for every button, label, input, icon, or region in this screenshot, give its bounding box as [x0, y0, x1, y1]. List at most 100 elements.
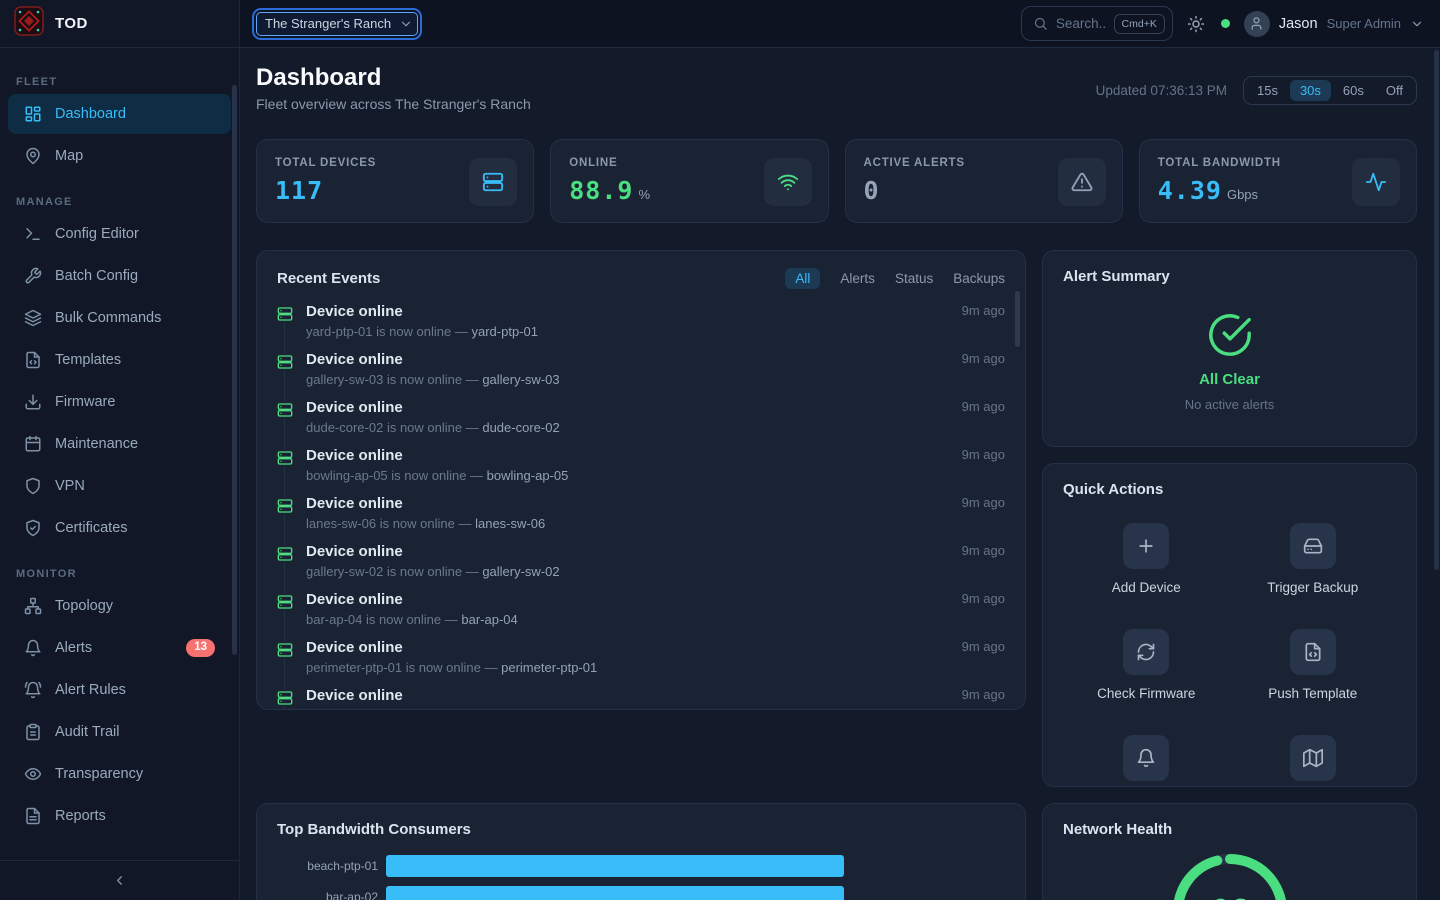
- quick-actions-panel: Quick Actions Add Device Trigger Backup …: [1042, 463, 1417, 787]
- alert-summary-panel: Alert Summary All Clear No active alerts: [1042, 250, 1417, 447]
- map-pin-icon: [24, 147, 42, 165]
- alert-status-text: All Clear: [1199, 371, 1260, 388]
- events-tab-alerts[interactable]: Alerts: [840, 268, 875, 289]
- stat-value: 88.9: [569, 176, 633, 205]
- sidebar-item-config-editor[interactable]: Config Editor: [8, 214, 231, 254]
- event-title: Device online: [306, 639, 950, 656]
- sidebar-item-batch-config[interactable]: Batch Config: [8, 256, 231, 296]
- sidebar-item-label: Certificates: [55, 520, 128, 536]
- recent-events-header: Recent Events All Alerts Status Backups: [277, 268, 1005, 289]
- main-scrollbar[interactable]: [1434, 50, 1439, 570]
- quick-action-push-template[interactable]: Push Template: [1230, 629, 1397, 701]
- sidebar-item-bulk-commands[interactable]: Bulk Commands: [8, 298, 231, 338]
- sidebar-item-certificates[interactable]: Certificates: [8, 508, 231, 548]
- event-row[interactable]: Device online perimeter-ptp-01 is now on…: [277, 639, 1005, 687]
- event-row[interactable]: Device online yard-ptp-01 is now online …: [277, 303, 1005, 351]
- user-role: Super Admin: [1327, 16, 1401, 31]
- event-row[interactable]: Device online bar-ap-04 is now online — …: [277, 591, 1005, 639]
- sidebar-item-templates[interactable]: Templates: [8, 340, 231, 380]
- network-health-title: Network Health: [1063, 821, 1172, 838]
- event-description: bowling-ap-05 is now online — bowling-ap…: [306, 468, 950, 483]
- stat-icon-tile: [469, 158, 517, 206]
- device-server-icon: [277, 306, 293, 322]
- event-row[interactable]: Device online 9m ago: [277, 687, 1005, 710]
- server-icon: [277, 450, 293, 466]
- alert-summary-title: Alert Summary: [1063, 268, 1170, 285]
- event-row[interactable]: Device online gallery-sw-02 is now onlin…: [277, 543, 1005, 591]
- stat-icon-tile: [764, 158, 812, 206]
- check-circle-icon: [1207, 312, 1253, 358]
- event-title: Device online: [306, 351, 950, 368]
- header: TOD The Stranger's Ranch Cmd+K: [0, 0, 1440, 48]
- event-device: lanes-sw-06: [475, 516, 545, 531]
- site-selector[interactable]: The Stranger's Ranch: [256, 12, 418, 36]
- quick-action-view-alerts[interactable]: View Alerts: [1063, 735, 1230, 787]
- recent-events-title: Recent Events: [277, 270, 380, 287]
- sidebar-nav: FLEET Dashboard Map MANAGE Config Editor…: [0, 48, 239, 860]
- sidebar-item-alert-rules[interactable]: Alert Rules: [8, 670, 231, 710]
- refresh-option-30s[interactable]: 30s: [1290, 80, 1331, 101]
- event-row[interactable]: Device online dude-core-02 is now online…: [277, 399, 1005, 447]
- file-text-icon: [24, 807, 42, 825]
- download-icon: [24, 393, 42, 411]
- quick-action-tile: [1123, 629, 1169, 675]
- theme-toggle-button[interactable]: [1187, 14, 1207, 34]
- nav-section-label: MONITOR: [16, 568, 223, 580]
- sidebar-item-label: Batch Config: [55, 268, 138, 284]
- quick-action-trigger-backup[interactable]: Trigger Backup: [1230, 523, 1397, 595]
- wrench-icon: [24, 267, 42, 285]
- server-icon: [277, 642, 293, 658]
- quick-action-label: Trigger Backup: [1267, 580, 1358, 595]
- event-row[interactable]: Device online bowling-ap-05 is now onlin…: [277, 447, 1005, 495]
- quick-action-add-device[interactable]: Add Device: [1063, 523, 1230, 595]
- hard-drive-icon: [1303, 536, 1323, 556]
- event-time: 9m ago: [962, 351, 1005, 366]
- sidebar-item-dashboard[interactable]: Dashboard: [8, 94, 231, 134]
- events-scrollbar[interactable]: [1015, 291, 1020, 347]
- sidebar-item-maintenance[interactable]: Maintenance: [8, 424, 231, 464]
- refresh-icon: [1136, 642, 1156, 662]
- sidebar-item-label: Bulk Commands: [55, 310, 161, 326]
- user-name: Jason: [1279, 16, 1318, 32]
- nav-section-label: MANAGE: [16, 196, 223, 208]
- sidebar-scrollbar[interactable]: [232, 85, 237, 655]
- search-input[interactable]: [1056, 16, 1106, 31]
- calendar-icon: [24, 435, 42, 453]
- bandwidth-bar: [386, 886, 844, 900]
- quick-action-tile: [1290, 523, 1336, 569]
- device-server-icon: [277, 546, 293, 562]
- sidebar-item-topology[interactable]: Topology: [8, 586, 231, 626]
- events-tab-status[interactable]: Status: [895, 268, 933, 289]
- events-tab-backups[interactable]: Backups: [953, 268, 1005, 289]
- sidebar-item-transparency[interactable]: Transparency: [8, 754, 231, 794]
- user-menu[interactable]: Jason Super Admin: [1244, 11, 1424, 37]
- event-row[interactable]: Device online gallery-sw-03 is now onlin…: [277, 351, 1005, 399]
- network-health-gauge: 96: [1063, 851, 1396, 900]
- server-icon: [482, 171, 504, 193]
- sidebar-item-alerts[interactable]: Alerts 13: [8, 628, 231, 668]
- quick-action-open-map[interactable]: Open Map: [1230, 735, 1397, 787]
- event-row[interactable]: Device online lanes-sw-06 is now online …: [277, 495, 1005, 543]
- sidebar-item-firmware[interactable]: Firmware: [8, 382, 231, 422]
- sidebar-item-label: Audit Trail: [55, 724, 119, 740]
- sidebar-item-audit-trail[interactable]: Audit Trail: [8, 712, 231, 752]
- event-time: 9m ago: [962, 303, 1005, 318]
- events-tab-all[interactable]: All: [785, 268, 820, 289]
- page-title: Dashboard: [256, 64, 381, 92]
- event-time: 9m ago: [962, 399, 1005, 414]
- sidebar-item-vpn[interactable]: VPN: [8, 466, 231, 506]
- server-icon: [277, 546, 293, 562]
- sidebar-item-reports[interactable]: Reports: [8, 796, 231, 836]
- quick-action-check-firmware[interactable]: Check Firmware: [1063, 629, 1230, 701]
- bandwidth-row: beach-ptp-01: [277, 855, 1005, 877]
- search-box[interactable]: Cmd+K: [1021, 6, 1173, 41]
- refresh-option-off[interactable]: Off: [1376, 80, 1413, 101]
- event-time: 9m ago: [962, 447, 1005, 462]
- refresh-interval-group: 15s30s60sOff: [1243, 76, 1417, 105]
- stat-value: 4.39: [1158, 176, 1222, 205]
- sidebar-item-map[interactable]: Map: [8, 136, 231, 176]
- server-icon: [277, 594, 293, 610]
- refresh-option-15s[interactable]: 15s: [1247, 80, 1288, 101]
- refresh-option-60s[interactable]: 60s: [1333, 80, 1374, 101]
- sidebar-collapse-button[interactable]: [0, 861, 239, 900]
